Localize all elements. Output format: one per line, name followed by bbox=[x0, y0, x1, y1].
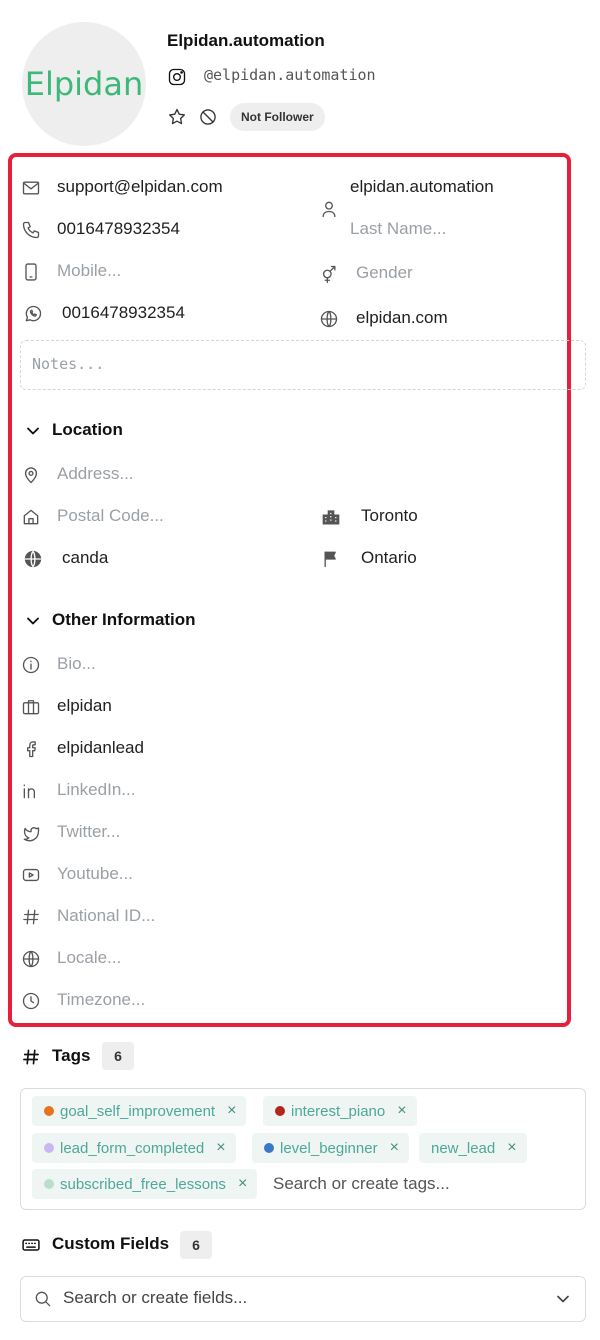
tag-color-dot bbox=[44, 1143, 54, 1153]
linkedin-icon bbox=[20, 780, 42, 802]
linkedin-field[interactable]: LinkedIn... bbox=[57, 779, 135, 801]
notes-placeholder: Notes... bbox=[32, 355, 105, 373]
close-icon[interactable]: × bbox=[227, 1102, 236, 1120]
phone-icon bbox=[20, 219, 42, 241]
tag-label: level_beginner bbox=[280, 1139, 378, 1157]
facebook-field[interactable]: elpidanlead bbox=[57, 737, 144, 759]
chevron-down-icon[interactable] bbox=[552, 1288, 574, 1310]
bio-field[interactable]: Bio... bbox=[57, 653, 96, 675]
world-icon bbox=[22, 548, 44, 570]
youtube-icon bbox=[20, 864, 42, 886]
locale-field[interactable]: Locale... bbox=[57, 947, 121, 969]
home-icon bbox=[20, 506, 42, 528]
follower-status-badge: Not Follower bbox=[230, 103, 325, 131]
tags-count-badge: 6 bbox=[102, 1042, 134, 1070]
address-field[interactable]: Address... bbox=[57, 463, 134, 485]
avatar-logo-text: Elpidan bbox=[24, 65, 144, 103]
hash-icon bbox=[20, 1046, 42, 1068]
profile-handle: @elpidan.automation bbox=[204, 66, 376, 84]
avatar: Elpidan bbox=[22, 22, 146, 146]
map-pin-icon bbox=[20, 464, 42, 486]
tag-color-dot bbox=[264, 1143, 274, 1153]
company-field[interactable]: elpidan bbox=[57, 695, 112, 717]
tag-chip[interactable]: new_lead × bbox=[419, 1133, 527, 1163]
twitter-field[interactable]: Twitter... bbox=[57, 821, 120, 843]
city-icon bbox=[320, 506, 342, 528]
email-field[interactable]: support@elpidan.com bbox=[57, 176, 223, 198]
location-section-title[interactable]: Location bbox=[52, 420, 123, 440]
briefcase-icon bbox=[20, 696, 42, 718]
tags-section-title: Tags bbox=[52, 1046, 91, 1065]
tag-label: goal_self_improvement bbox=[60, 1102, 216, 1120]
whatsapp-icon bbox=[22, 303, 44, 325]
keyboard-icon bbox=[20, 1234, 42, 1256]
tag-label: interest_piano bbox=[291, 1102, 386, 1120]
instagram-icon bbox=[166, 66, 188, 88]
search-icon bbox=[32, 1288, 54, 1310]
tag-label: new_lead bbox=[431, 1139, 496, 1157]
info-icon bbox=[20, 654, 42, 676]
clock-icon bbox=[20, 990, 42, 1012]
gender-icon bbox=[318, 263, 340, 285]
tag-search-input[interactable]: Search or create tags... bbox=[273, 1173, 450, 1195]
tag-chip[interactable]: level_beginner × bbox=[252, 1133, 409, 1163]
first-name-field[interactable]: elpidan.automation bbox=[350, 176, 494, 198]
state-field[interactable]: Ontario bbox=[361, 547, 417, 569]
custom-fields-count-badge: 6 bbox=[180, 1231, 212, 1259]
close-icon[interactable]: × bbox=[238, 1175, 247, 1193]
tag-chip[interactable]: subscribed_free_lessons × bbox=[32, 1169, 258, 1199]
mobile-icon bbox=[20, 261, 42, 283]
twitter-icon bbox=[20, 822, 42, 844]
notes-field[interactable]: Notes... bbox=[20, 340, 586, 390]
tag-label: subscribed_free_lessons bbox=[60, 1175, 226, 1193]
tag-chip[interactable]: lead_form_completed × bbox=[32, 1133, 236, 1163]
last-name-field[interactable]: Last Name... bbox=[350, 218, 446, 240]
website-field[interactable]: elpidan.com bbox=[356, 307, 448, 329]
highlight-box bbox=[8, 153, 571, 1027]
facebook-icon bbox=[20, 738, 42, 760]
chevron-down-icon[interactable] bbox=[22, 610, 44, 632]
timezone-field[interactable]: Timezone... bbox=[57, 989, 145, 1011]
tag-color-dot bbox=[44, 1106, 54, 1116]
national-id-field[interactable]: National ID... bbox=[57, 905, 155, 927]
gender-field[interactable]: Gender bbox=[356, 262, 413, 284]
flag-icon bbox=[320, 548, 342, 570]
youtube-field[interactable]: Youtube... bbox=[57, 863, 133, 885]
chevron-down-icon[interactable] bbox=[22, 420, 44, 442]
person-icon bbox=[318, 198, 340, 220]
whatsapp-field[interactable]: 0016478932354 bbox=[62, 302, 185, 324]
city-field[interactable]: Toronto bbox=[361, 505, 418, 527]
tag-chip[interactable]: interest_piano × bbox=[263, 1096, 417, 1126]
mobile-field[interactable]: Mobile... bbox=[57, 260, 121, 282]
phone-field[interactable]: 0016478932354 bbox=[57, 218, 180, 240]
tag-color-dot bbox=[44, 1179, 54, 1189]
block-icon[interactable] bbox=[197, 106, 219, 128]
profile-name: Elpidan.automation bbox=[167, 31, 325, 50]
custom-fields-search-input[interactable]: Search or create fields... bbox=[63, 1287, 247, 1309]
globe-icon bbox=[318, 308, 340, 330]
close-icon[interactable]: × bbox=[397, 1102, 406, 1120]
custom-fields-section-title: Custom Fields bbox=[52, 1234, 170, 1253]
tag-label: lead_form_completed bbox=[60, 1139, 205, 1157]
close-icon[interactable]: × bbox=[390, 1139, 399, 1157]
close-icon[interactable]: × bbox=[507, 1139, 516, 1157]
close-icon[interactable]: × bbox=[216, 1139, 225, 1157]
email-icon bbox=[20, 177, 42, 199]
star-icon[interactable] bbox=[166, 106, 188, 128]
hash-icon bbox=[20, 906, 42, 928]
globe-icon bbox=[20, 948, 42, 970]
country-field[interactable]: canda bbox=[62, 547, 108, 569]
tag-chip[interactable]: goal_self_improvement × bbox=[32, 1096, 247, 1126]
tag-color-dot bbox=[275, 1106, 285, 1116]
postal-code-field[interactable]: Postal Code... bbox=[57, 505, 164, 527]
other-info-section-title[interactable]: Other Information bbox=[52, 610, 196, 630]
